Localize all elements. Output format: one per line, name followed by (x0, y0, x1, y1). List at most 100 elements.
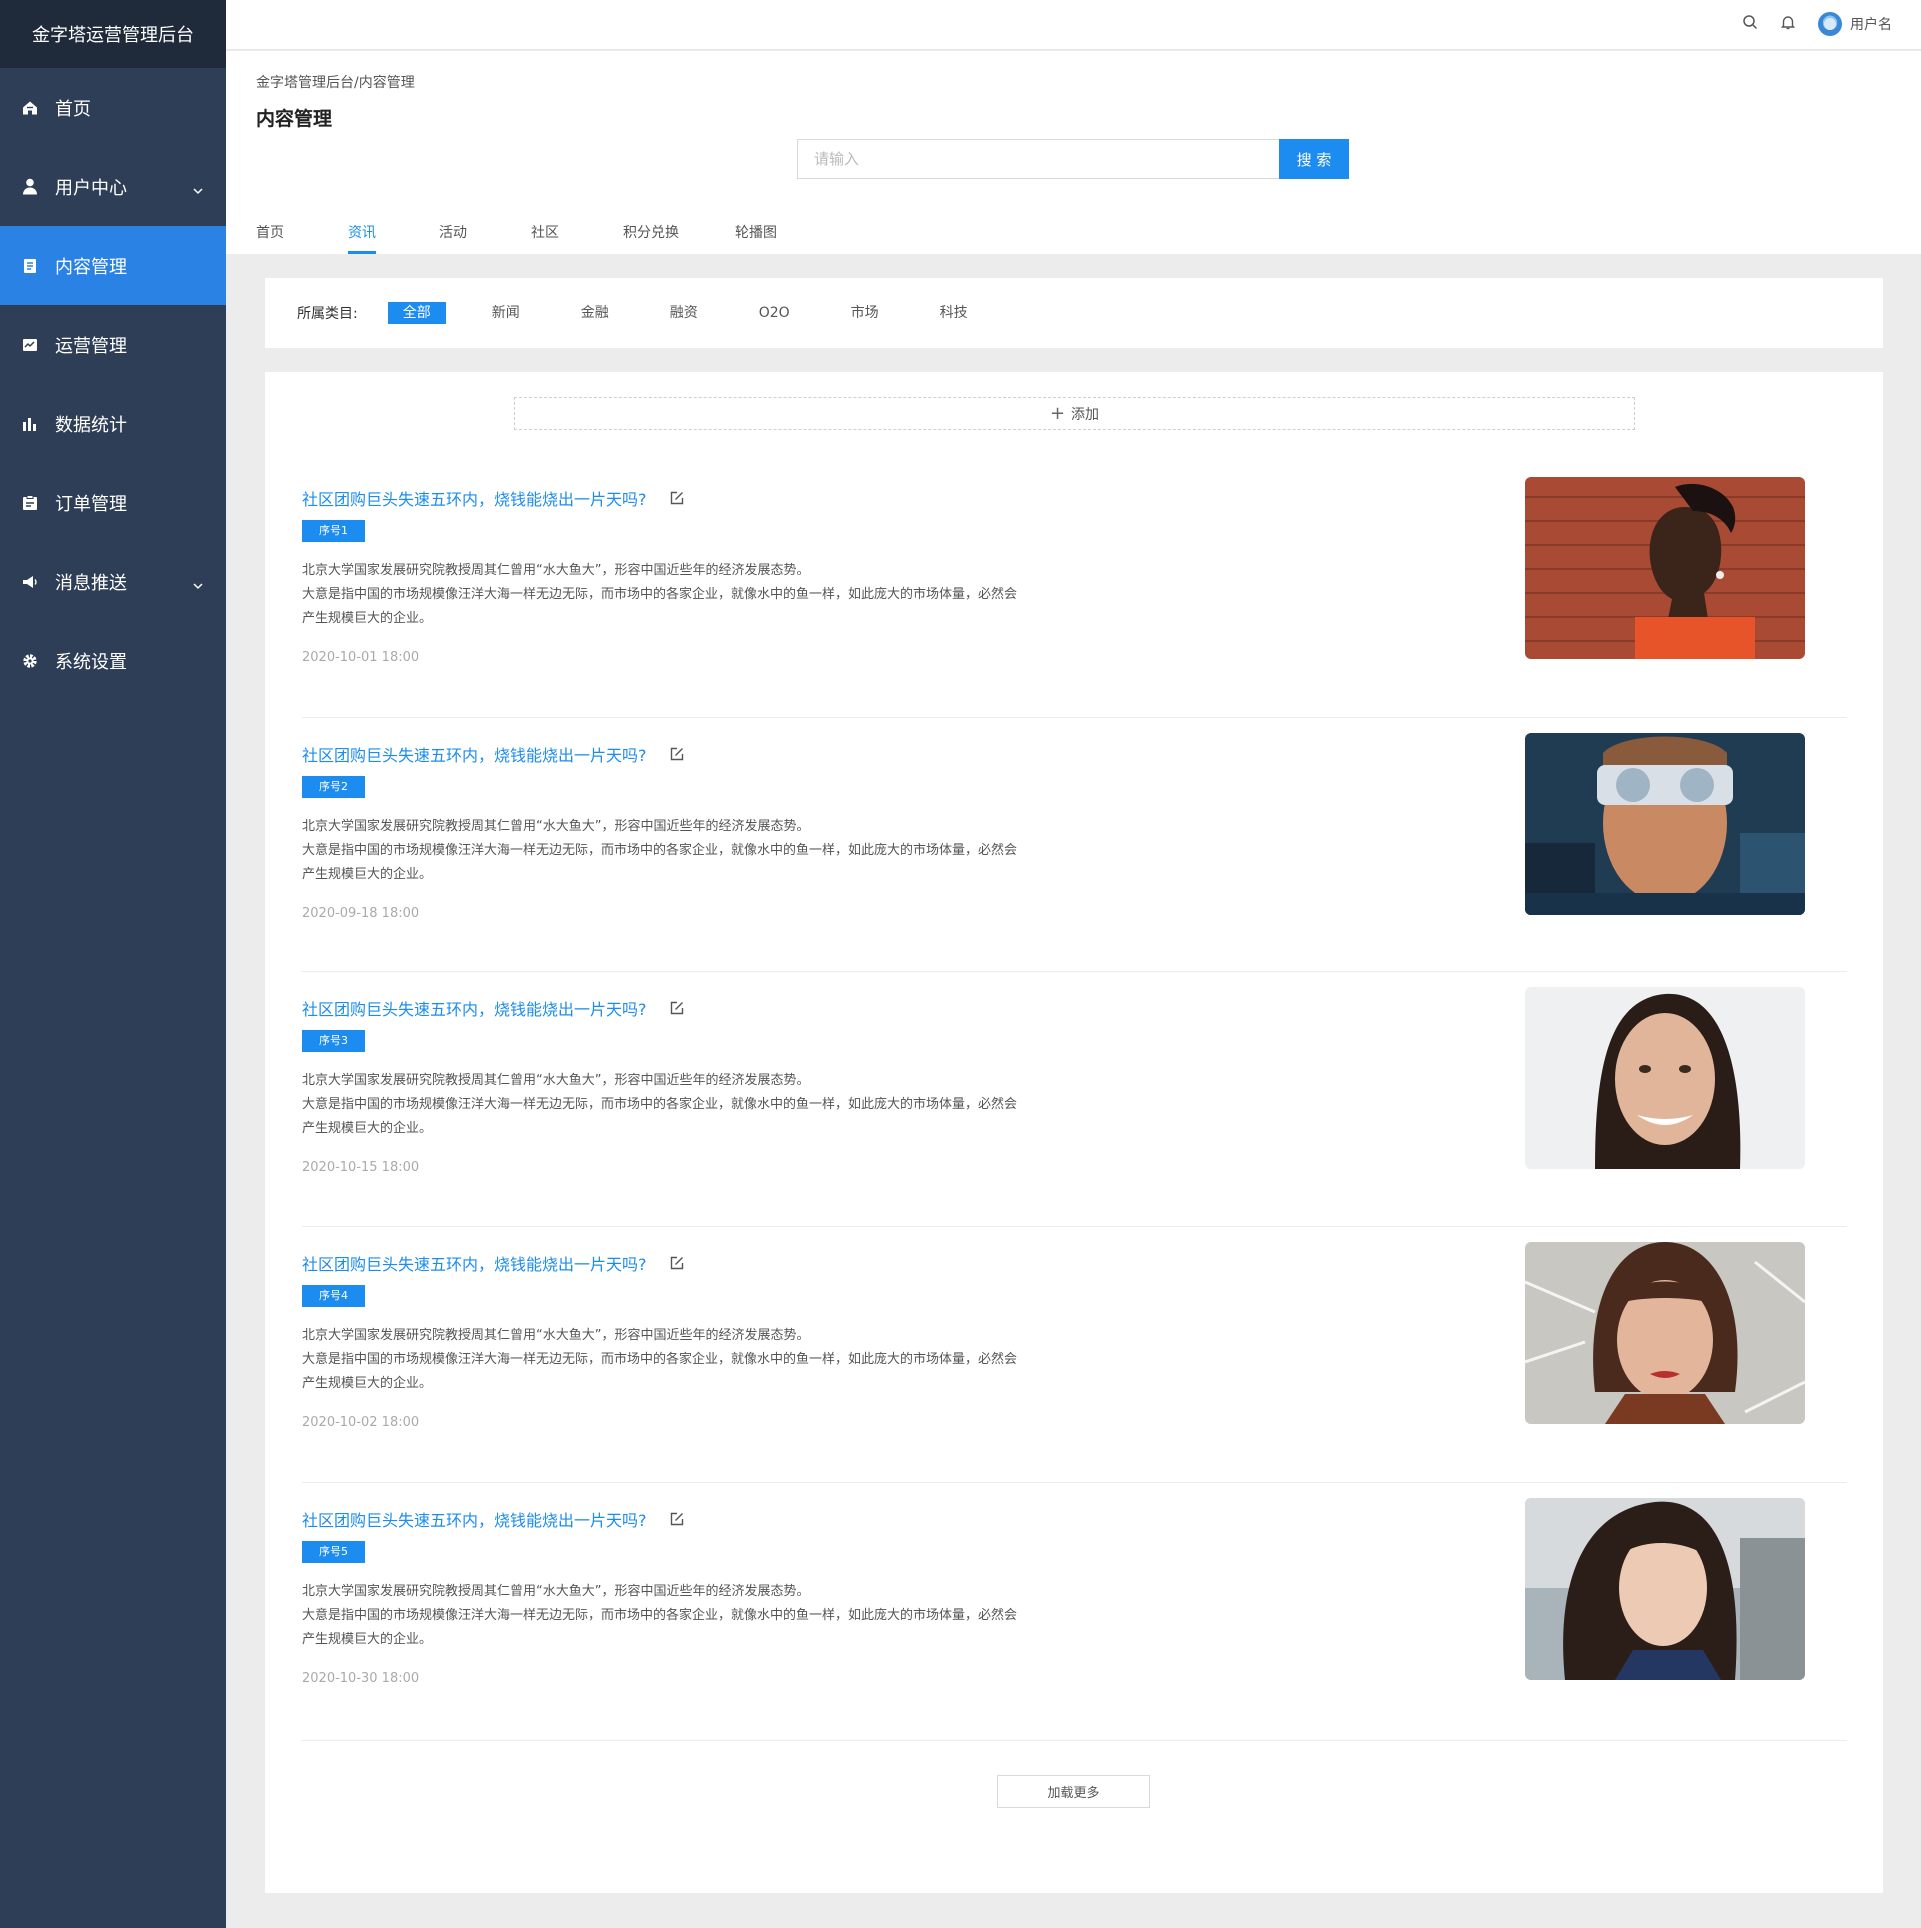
sequence-badge: 序号2 (302, 776, 365, 798)
sidebar-item-label: 内容管理 (55, 256, 127, 278)
article-description: 北京大学国家发展研究院教授周其仁曾用“水大鱼大”，形容中国近些年的经济发展态势。… (302, 1324, 1022, 1396)
load-more-button[interactable]: 加载更多 (997, 1775, 1150, 1808)
search-button[interactable]: 搜 索 (1279, 139, 1349, 179)
sequence-badge: 序号5 (302, 1541, 365, 1563)
bar-chart-icon (21, 415, 38, 432)
clipboard-icon (21, 494, 38, 511)
category-chip-o2o[interactable]: O2O (744, 302, 805, 324)
article-thumbnail[interactable] (1525, 987, 1805, 1169)
avatar (1818, 12, 1842, 36)
article-title-link[interactable]: 社区团购巨头失速五环内，烧钱能烧出一片天吗? (302, 1251, 647, 1275)
category-chip-news[interactable]: 新闻 (477, 302, 535, 324)
list-item: 社区团购巨头失速五环内，烧钱能烧出一片天吗? 序号5 北京大学国家发展研究院教授… (302, 1498, 1847, 1741)
edit-icon[interactable] (670, 1512, 684, 1526)
add-article-button[interactable]: + 添加 (514, 397, 1635, 430)
article-thumbnail[interactable] (1525, 1242, 1805, 1424)
sidebar-item-label: 首页 (55, 98, 91, 120)
sidebar-nav: 首页 用户中心 内容管理 运营管理 数据统计 订单管理 消息推送 系统设置 (0, 68, 226, 700)
article-date: 2020-10-01 18:00 (302, 650, 420, 665)
edit-icon[interactable] (670, 1001, 684, 1015)
sidebar-item-statistics[interactable]: 数据统计 (0, 384, 226, 463)
description-line: 北京大学国家发展研究院教授周其仁曾用“水大鱼大”，形容中国近些年的经济发展态势。 (302, 1328, 810, 1343)
edit-icon[interactable] (670, 747, 684, 761)
tab-news-label: 资讯 (348, 222, 376, 254)
article-thumbnail[interactable] (1525, 477, 1805, 659)
page-title: 内容管理 (256, 108, 333, 130)
user-icon (21, 178, 38, 195)
add-label: 添加 (1071, 406, 1100, 423)
category-chip-finance[interactable]: 金融 (566, 302, 624, 324)
search-input[interactable] (797, 139, 1279, 179)
sequence-badge: 序号3 (302, 1030, 365, 1052)
article-title-link[interactable]: 社区团购巨头失速五环内，烧钱能烧出一片天吗? (302, 996, 647, 1020)
edit-icon[interactable] (670, 491, 684, 505)
description-line: 北京大学国家发展研究院教授周其仁曾用“水大鱼大”，形容中国近些年的经济发展态势。 (302, 563, 810, 578)
sidebar-item-home[interactable]: 首页 (0, 68, 226, 147)
app-brand: 金字塔运营管理后台 (0, 0, 226, 68)
edit-icon[interactable] (670, 1256, 684, 1270)
home-icon (21, 99, 38, 116)
description-line: 大意是指中国的市场规模像汪洋大海一样无边无际，而市场中的各家企业，就像水中的鱼一… (302, 1097, 1018, 1136)
sidebar-item-label: 数据统计 (55, 414, 127, 436)
sidebar-item-user-center[interactable]: 用户中心 (0, 147, 226, 226)
tab-home[interactable]: 首页 (256, 222, 348, 254)
article-description: 北京大学国家发展研究院教授周其仁曾用“水大鱼大”，形容中国近些年的经济发展态势。… (302, 1580, 1022, 1652)
sequence-badge: 序号1 (302, 520, 365, 542)
sidebar-item-settings[interactable]: 系统设置 (0, 621, 226, 700)
article-title-link[interactable]: 社区团购巨头失速五环内，烧钱能烧出一片天吗? (302, 742, 647, 766)
category-chip-tech[interactable]: 科技 (925, 302, 983, 324)
sidebar-item-content[interactable]: 内容管理 (0, 226, 226, 305)
megaphone-icon (21, 573, 38, 590)
sidebar: 金字塔运营管理后台 首页 用户中心 内容管理 运营管理 数据统计 订单管理 消息… (0, 0, 226, 1928)
sidebar-item-label: 订单管理 (55, 493, 127, 515)
list-item: 社区团购巨头失速五环内，烧钱能烧出一片天吗? 序号4 北京大学国家发展研究院教授… (302, 1242, 1847, 1483)
sidebar-item-orders[interactable]: 订单管理 (0, 463, 226, 542)
sidebar-item-messages[interactable]: 消息推送 (0, 542, 226, 621)
article-title-link[interactable]: 社区团购巨头失速五环内，烧钱能烧出一片天吗? (302, 1507, 647, 1531)
article-thumbnail[interactable] (1525, 733, 1805, 915)
article-thumbnail[interactable] (1525, 1498, 1805, 1680)
article-date: 2020-09-18 18:00 (302, 906, 420, 921)
sidebar-item-label: 运营管理 (55, 335, 127, 357)
bell-icon[interactable] (1780, 14, 1796, 34)
tab-carousel[interactable]: 轮播图 (735, 222, 815, 254)
sequence-badge: 序号4 (302, 1285, 365, 1307)
article-title-link[interactable]: 社区团购巨头失速五环内，烧钱能烧出一片天吗? (302, 486, 647, 510)
category-chip-funding[interactable]: 融资 (655, 302, 713, 324)
sidebar-item-label: 系统设置 (55, 651, 127, 673)
top-tools: 用户名 (1742, 12, 1892, 36)
document-icon (21, 257, 38, 274)
user-menu[interactable]: 用户名 (1818, 12, 1892, 36)
description-line: 大意是指中国的市场规模像汪洋大海一样无边无际，而市场中的各家企业，就像水中的鱼一… (302, 843, 1018, 882)
article-title-row: 社区团购巨头失速五环内，烧钱能烧出一片天吗? (302, 996, 684, 1020)
sidebar-item-operations[interactable]: 运营管理 (0, 305, 226, 384)
category-chip-market[interactable]: 市场 (836, 302, 894, 324)
description-line: 北京大学国家发展研究院教授周其仁曾用“水大鱼大”，形容中国近些年的经济发展态势。 (302, 1584, 810, 1599)
article-title-row: 社区团购巨头失速五环内，烧钱能烧出一片天吗? (302, 1507, 684, 1531)
description-line: 大意是指中国的市场规模像汪洋大海一样无边无际，而市场中的各家企业，就像水中的鱼一… (302, 1608, 1018, 1647)
article-date: 2020-10-02 18:00 (302, 1415, 420, 1430)
article-description: 北京大学国家发展研究院教授周其仁曾用“水大鱼大”，形容中国近些年的经济发展态势。… (302, 815, 1022, 887)
description-line: 大意是指中国的市场规模像汪洋大海一样无边无际，而市场中的各家企业，就像水中的鱼一… (302, 587, 1018, 626)
search-bar: 搜 索 (797, 139, 1349, 179)
username: 用户名 (1850, 17, 1892, 33)
article-date: 2020-10-30 18:00 (302, 1671, 420, 1686)
tab-points-exchange[interactable]: 积分兑换 (623, 222, 735, 254)
tab-community[interactable]: 社区 (531, 222, 623, 254)
article-title-row: 社区团购巨头失速五环内，烧钱能烧出一片天吗? (302, 1251, 684, 1275)
gear-icon (21, 652, 38, 669)
description-line: 北京大学国家发展研究院教授周其仁曾用“水大鱼大”，形容中国近些年的经济发展态势。 (302, 819, 810, 834)
category-label: 所属类目: (297, 306, 358, 322)
list-item: 社区团购巨头失速五环内，烧钱能烧出一片天吗? 序号1 北京大学国家发展研究院教授… (302, 477, 1847, 718)
article-description: 北京大学国家发展研究院教授周其仁曾用“水大鱼大”，形容中国近些年的经济发展态势。… (302, 1069, 1022, 1141)
article-description: 北京大学国家发展研究院教授周其仁曾用“水大鱼大”，形容中国近些年的经济发展态势。… (302, 559, 1022, 631)
category-chip-all[interactable]: 全部 (387, 302, 446, 324)
article-title-row: 社区团购巨头失速五环内，烧钱能烧出一片天吗? (302, 486, 684, 510)
search-icon[interactable] (1742, 14, 1758, 34)
tab-activity[interactable]: 活动 (439, 222, 531, 254)
content-tabs: 首页 资讯 活动 社区 积分兑换 轮播图 (256, 222, 815, 254)
plus-icon: + (1049, 403, 1066, 424)
article-title-row: 社区团购巨头失速五环内，烧钱能烧出一片天吗? (302, 742, 684, 766)
sidebar-item-label: 用户中心 (55, 177, 127, 199)
sidebar-item-label: 消息推送 (55, 572, 127, 594)
